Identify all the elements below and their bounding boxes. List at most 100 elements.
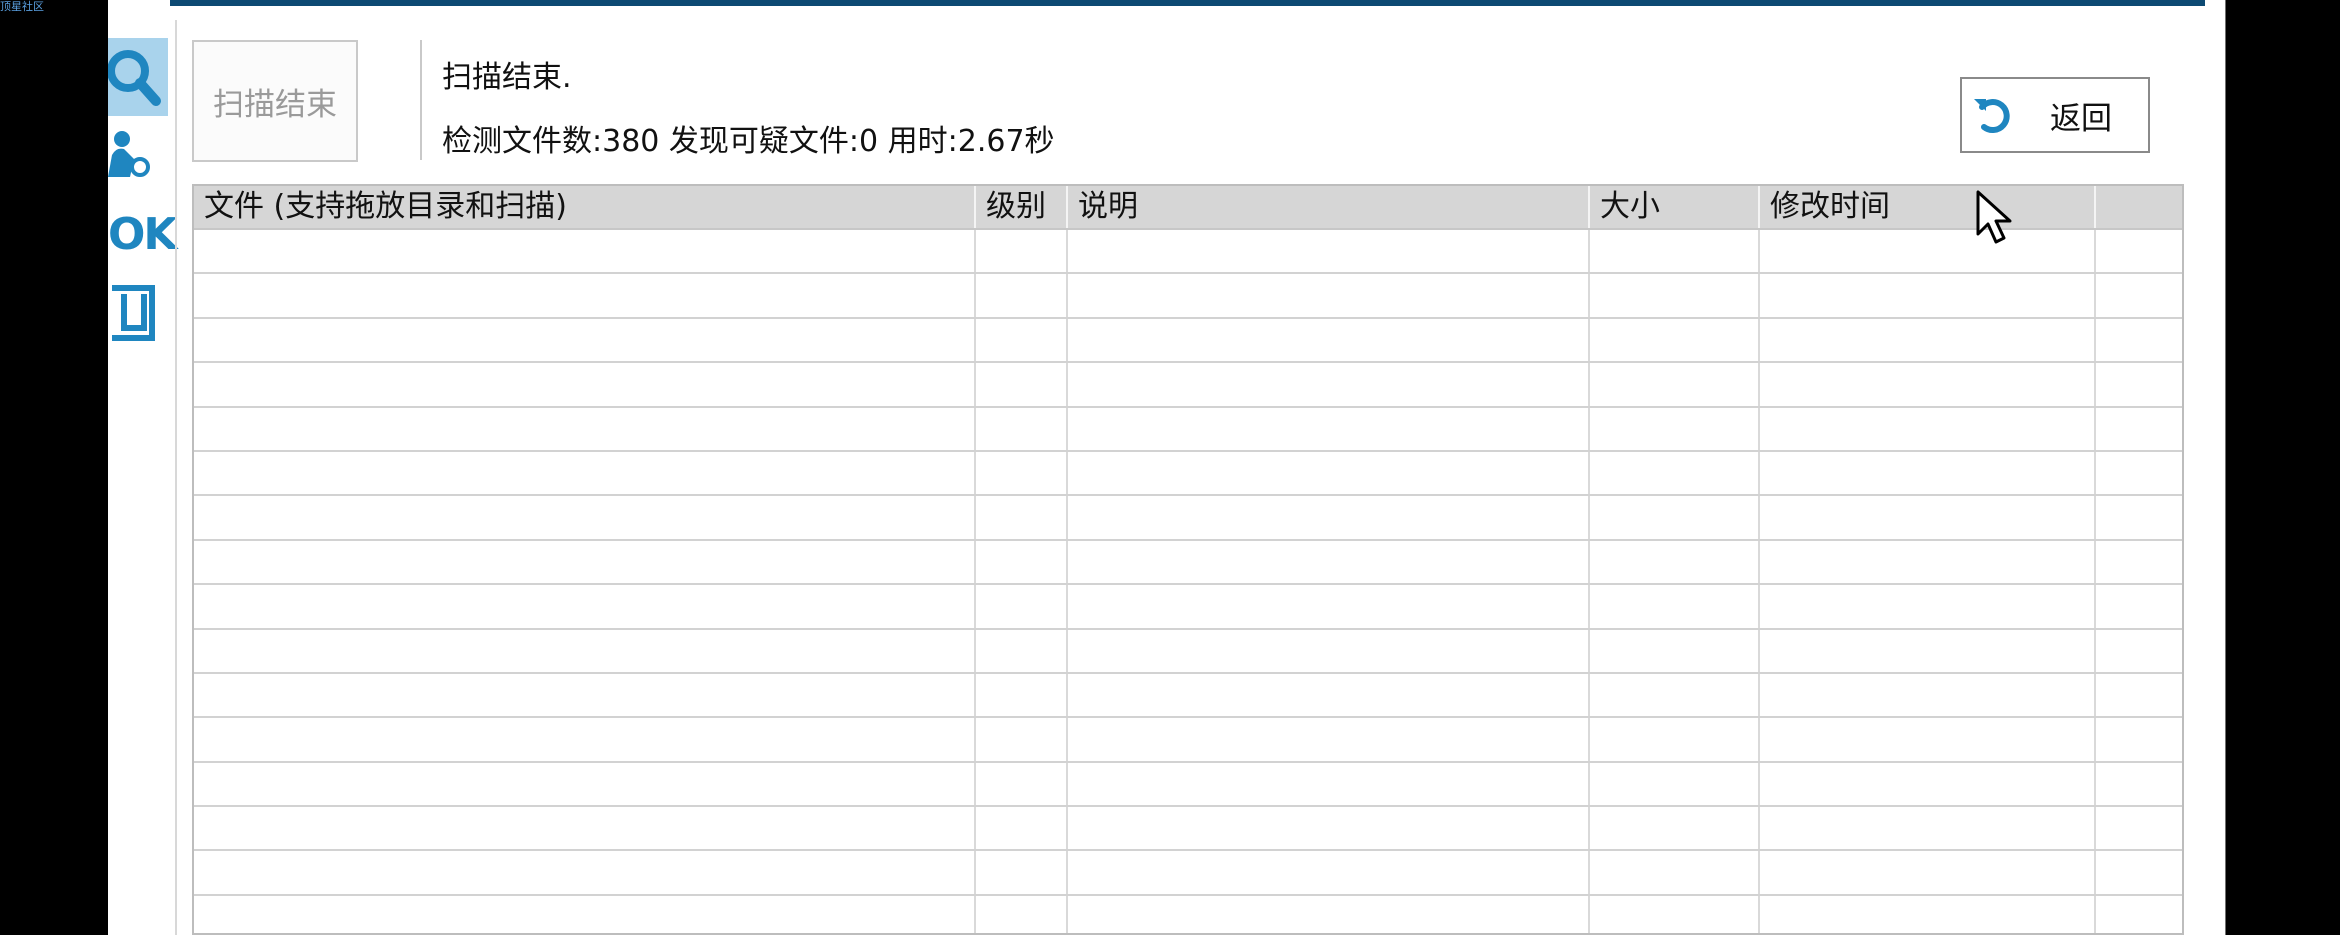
table-cell [1760,851,2096,894]
table-row[interactable] [194,629,2182,674]
table-row[interactable] [194,673,2182,719]
table-cell [1068,318,1590,362]
table-row[interactable] [194,230,2182,275]
table-cell [2096,807,2182,849]
table-row[interactable] [194,762,2182,808]
table-cell [1068,230,1590,273]
table-row[interactable] [194,807,2182,852]
sidebar: OK [108,0,177,935]
search-icon [108,50,161,106]
table-cell [194,451,976,495]
sidebar-item-ok[interactable]: OK [108,204,177,264]
column-header-level[interactable]: 级别 [976,186,1068,228]
table-cell [1760,895,2096,933]
table-cell [1590,540,1760,584]
corner-watermark: 顶星社区 [0,0,44,13]
header-divider [420,40,422,160]
table-cell [2096,230,2182,272]
table-cell [1590,318,1760,362]
table-cell [976,895,1068,933]
table-cell [2096,363,2182,405]
table-cell [976,540,1068,584]
table-cell [1760,451,2096,495]
table-cell [2096,408,2182,450]
table-row[interactable] [194,496,2182,541]
person-icon [108,131,150,177]
table-cell [976,230,1068,273]
table-cell [1590,451,1760,495]
table-cell [1590,718,1760,761]
table-row[interactable] [194,585,2182,630]
table-cell [2096,896,2182,933]
table-cell [1760,629,2096,672]
table-cell [1590,585,1760,628]
table-body [194,230,2182,933]
table-cell [1590,673,1760,717]
table-cell [1590,496,1760,539]
table-cell [1590,363,1760,406]
table-cell [1068,585,1590,628]
table-cell [2096,674,2182,716]
table-row[interactable] [194,451,2182,497]
title-bar-strip [108,0,2205,6]
table-cell [1068,629,1590,672]
table-cell [194,851,976,894]
table-cell [1760,363,2096,406]
table-cell [1590,274,1760,317]
table-cell [1760,807,2096,850]
back-button[interactable]: 返回 [1960,77,2150,153]
column-header-size[interactable]: 大小 [1590,186,1760,228]
box-icon [112,285,155,341]
table-row[interactable] [194,318,2182,364]
table-cell [976,496,1068,539]
table-cell [1068,496,1590,539]
table-cell [976,585,1068,628]
table-row[interactable] [194,718,2182,763]
table-cell [1068,407,1590,450]
table-cell [1760,496,2096,539]
table-cell [2096,274,2182,316]
left-black-area: 顶星社区 [0,0,108,935]
table-row[interactable] [194,407,2182,452]
table-cell [1760,673,2096,717]
table-cell [1068,762,1590,806]
column-header-description[interactable]: 说明 [1068,186,1590,228]
column-header-modified-time[interactable]: 修改时间 [1760,186,2096,228]
table-cell [194,762,976,806]
table-cell [194,673,976,717]
table-cell [1068,718,1590,761]
table-cell [976,762,1068,806]
table-row[interactable] [194,851,2182,896]
right-black-area [2226,0,2340,935]
table-cell [2096,851,2182,893]
table-cell [194,807,976,850]
sidebar-item-protect[interactable] [108,126,168,182]
sidebar-item-scan[interactable] [108,38,168,116]
scan-end-button[interactable]: 扫描结束 [192,40,358,162]
table-row[interactable] [194,363,2182,408]
table-cell [976,673,1068,717]
ok-icon: OK [108,208,177,260]
table-cell [1760,585,2096,628]
table-row[interactable] [194,895,2182,933]
table-cell [1068,540,1590,584]
table-cell [1068,451,1590,495]
table-cell [2096,496,2182,538]
table-cell [194,363,976,406]
table-cell [194,274,976,317]
undo-arrow-icon [1974,99,2010,134]
table-cell [194,540,976,584]
sidebar-item-tools[interactable] [108,282,168,344]
table-cell [976,318,1068,362]
column-header-file[interactable]: 文件 (支持拖放目录和扫描) [194,186,976,228]
table-cell [2096,718,2182,760]
table-cell [194,230,976,273]
scan-results-table[interactable]: 文件 (支持拖放目录和扫描) 级别 说明 大小 修改时间 [192,184,2184,935]
scan-statistics: 检测文件数:380 发现可疑文件:0 用时:2.67秒 [442,124,1055,159]
table-cell [1068,851,1590,894]
table-row[interactable] [194,274,2182,319]
table-cell [976,451,1068,495]
table-cell [2096,319,2182,361]
table-row[interactable] [194,540,2182,586]
table-cell [976,274,1068,317]
